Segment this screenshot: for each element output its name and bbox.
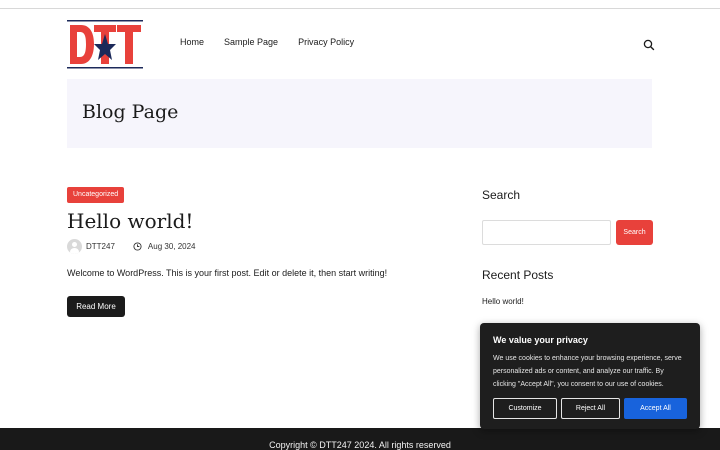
nav-home[interactable]: Home: [180, 37, 204, 47]
cookie-body: We use cookies to enhance your browsing …: [493, 355, 682, 388]
nav-privacy-policy[interactable]: Privacy Policy: [298, 37, 354, 47]
page-title: Blog Page: [82, 101, 179, 123]
post-date: Aug 30, 2024: [147, 241, 196, 251]
site-header: Home Sample Page Privacy Policy: [0, 9, 720, 79]
read-more-button[interactable]: Read More: [67, 296, 125, 317]
page-header: Blog Page: [67, 79, 652, 148]
nav-sample-page[interactable]: Sample Page: [224, 37, 278, 47]
cookie-customize-button[interactable]: Customize: [493, 398, 557, 419]
main-nav: Home Sample Page Privacy Policy: [180, 37, 354, 47]
post-meta: DTT247 Aug 30, 2024: [67, 238, 196, 254]
site-footer: Copyright © DTT247 2024. All rights rese…: [0, 428, 720, 450]
post-excerpt: Welcome to WordPress. This is your first…: [67, 268, 388, 278]
cookie-consent-banner: We value your privacy We use cookies to …: [480, 323, 700, 429]
search-icon: [643, 39, 655, 51]
logo-icon: [67, 20, 143, 69]
sidebar-search-button[interactable]: Search: [616, 220, 653, 245]
recent-post-link[interactable]: Hello world!: [482, 297, 524, 306]
cookie-title: We value your privacy: [493, 335, 588, 345]
recent-posts-title: Recent Posts: [482, 268, 554, 282]
footer-copyright: Copyright © DTT247 2024. All rights rese…: [269, 440, 451, 450]
cookie-reject-button[interactable]: Reject All: [561, 398, 620, 419]
sidebar-search-input[interactable]: [482, 220, 611, 245]
post-author[interactable]: DTT247: [86, 242, 115, 251]
top-bar: [0, 0, 720, 9]
avatar: [67, 238, 82, 254]
clock-icon: [133, 241, 142, 251]
site-logo[interactable]: [67, 20, 143, 69]
header-search-button[interactable]: [643, 38, 655, 51]
category-badge[interactable]: Uncategorized: [67, 187, 125, 203]
search-widget-title: Search: [482, 188, 521, 202]
cookie-accept-button[interactable]: Accept All: [624, 398, 687, 419]
post-title[interactable]: Hello world!: [67, 209, 193, 233]
